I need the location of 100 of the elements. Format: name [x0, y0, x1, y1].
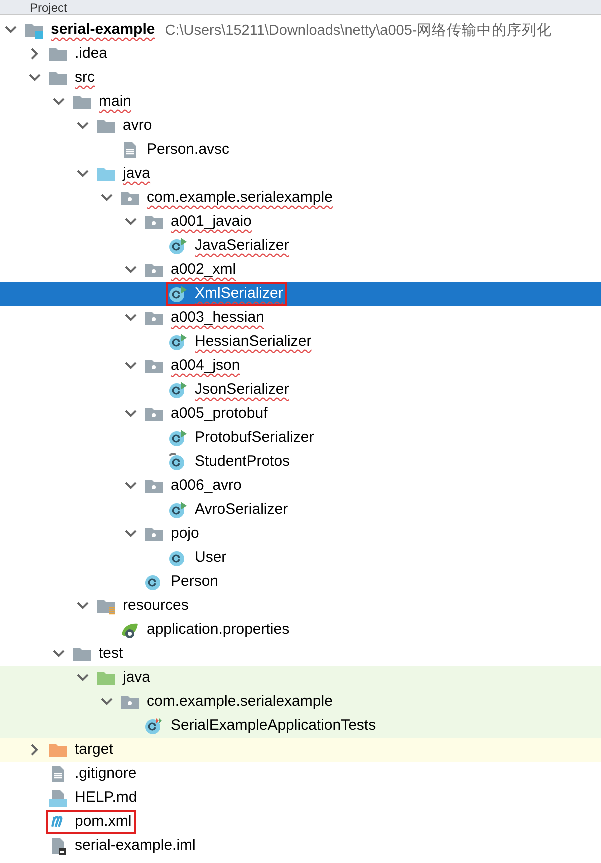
node-label: ProtobufSerializer — [194, 428, 316, 448]
folder-icon — [48, 45, 68, 63]
tree-row[interactable]: XmlSerializer — [0, 282, 601, 306]
package-folder-icon — [144, 261, 164, 279]
folder-icon — [96, 165, 116, 183]
tree-row[interactable]: a004_json — [0, 354, 601, 378]
runnable-class-icon — [168, 285, 188, 303]
package-folder-icon — [120, 693, 140, 711]
runnable-class-icon — [168, 429, 188, 447]
node-label: SerialExampleApplicationTests — [170, 716, 378, 736]
node-label: com.example.serialexample — [146, 692, 334, 712]
tree-row[interactable]: StudentProtos — [0, 450, 601, 474]
tree-row[interactable]: Person.avsc — [0, 138, 601, 162]
markdown-file-icon — [48, 789, 68, 807]
module-icon — [24, 21, 44, 39]
tree-row[interactable]: avro — [0, 114, 601, 138]
tree-row[interactable]: application.properties — [0, 618, 601, 642]
tree-row[interactable]: com.example.serialexample — [0, 186, 601, 210]
tree-row[interactable]: .idea — [0, 42, 601, 66]
node-label: XmlSerializer — [194, 284, 284, 304]
tree-row[interactable]: .gitignore — [0, 762, 601, 786]
runnable-class-icon — [168, 237, 188, 255]
tree-row[interactable]: java — [0, 162, 601, 186]
node-label: StudentProtos — [194, 452, 292, 472]
tree-row[interactable]: a001_javaio — [0, 210, 601, 234]
folder-icon — [96, 669, 116, 687]
node-label: .idea — [74, 44, 109, 64]
tree-row[interactable]: HessianSerializer — [0, 330, 601, 354]
folder-icon — [48, 69, 68, 87]
node-label: avro — [122, 116, 154, 136]
tree-row[interactable]: a002_xml — [0, 258, 601, 282]
node-label: pom.xml — [74, 812, 133, 832]
node-label: serial-example — [50, 20, 156, 40]
node-label: HELP.md — [74, 788, 138, 808]
package-folder-icon — [144, 213, 164, 231]
node-label: resources — [122, 596, 190, 616]
package-folder-icon — [120, 189, 140, 207]
folder-icon — [48, 741, 68, 759]
tree-row[interactable]: SerialExampleApplicationTests — [0, 714, 601, 738]
tree-row[interactable]: serial-example.iml — [0, 834, 601, 858]
tree-row[interactable]: pojo — [0, 522, 601, 546]
node-label: User — [194, 548, 228, 568]
package-folder-icon — [144, 525, 164, 543]
node-label: java — [122, 164, 152, 184]
tree-row[interactable]: HELP.md — [0, 786, 601, 810]
package-folder-icon — [144, 405, 164, 423]
maven-icon — [51, 816, 65, 828]
node-label: target — [74, 740, 114, 760]
folder-icon — [72, 645, 92, 663]
tree-row[interactable]: serial-example C:\Users\15211\Downloads\netty\a005-网络传输中的序列化 — [0, 18, 601, 42]
spring-leaf-icon — [120, 621, 140, 639]
node-label: main — [98, 92, 133, 112]
runnable-class-icon — [168, 501, 188, 519]
tree-row[interactable]: Person — [0, 570, 601, 594]
node-label: JsonSerializer — [194, 380, 290, 400]
runnable-class-icon — [168, 381, 188, 399]
tree-row[interactable]: a003_hessian — [0, 306, 601, 330]
node-label: AvroSerializer — [194, 500, 290, 520]
node-label: HessianSerializer — [194, 332, 313, 352]
node-label: java — [122, 668, 152, 688]
node-label: a003_hessian — [170, 308, 266, 328]
tree-row[interactable]: a006_avro — [0, 474, 601, 498]
tree-row[interactable]: a005_protobuf — [0, 402, 601, 426]
tree-row[interactable]: target — [0, 738, 601, 762]
tree-row[interactable]: test — [0, 642, 601, 666]
node-label: Person — [170, 572, 220, 592]
tree-row[interactable]: JsonSerializer — [0, 378, 601, 402]
tree-row[interactable]: src — [0, 66, 601, 90]
node-label: com.example.serialexample — [146, 188, 334, 208]
node-label: JavaSerializer — [194, 236, 290, 256]
tree-row[interactable]: resources — [0, 594, 601, 618]
test-class-icon — [144, 717, 164, 735]
folder-icon — [96, 117, 116, 135]
node-label: test — [98, 644, 124, 664]
node-label: pojo — [170, 524, 200, 544]
node-label: a001_javaio — [170, 212, 253, 232]
tree-row[interactable]: java — [0, 666, 601, 690]
tree-row[interactable]: ProtobufSerializer — [0, 426, 601, 450]
package-folder-icon — [144, 309, 164, 327]
node-label: a006_avro — [170, 476, 243, 496]
node-label: .gitignore — [74, 764, 138, 784]
runnable-class-icon — [168, 333, 188, 351]
node-label: a002_xml — [170, 260, 238, 280]
folder-icon — [72, 93, 92, 111]
resources-folder-icon — [96, 597, 116, 615]
package-folder-icon — [144, 477, 164, 495]
tree-row[interactable]: com.example.serialexample — [0, 690, 601, 714]
node-label: Person.avsc — [146, 140, 231, 160]
tree-row[interactable]: AvroSerializer — [0, 498, 601, 522]
node-label: application.properties — [146, 620, 291, 640]
node-label: a005_protobuf — [170, 404, 269, 424]
module-path: C:\Users\15211\Downloads\netty\a005-网络传输中的序列化 — [165, 22, 552, 40]
tree-row[interactable]: main — [0, 90, 601, 114]
tree-row[interactable]: JavaSerializer — [0, 234, 601, 258]
package-folder-icon — [144, 357, 164, 375]
node-label: src — [74, 68, 96, 88]
node-label: serial-example.iml — [74, 836, 197, 856]
tree-row[interactable]: User — [0, 546, 601, 570]
tree-row[interactable]: pom.xml — [0, 810, 601, 834]
node-label: a004_json — [170, 356, 242, 376]
